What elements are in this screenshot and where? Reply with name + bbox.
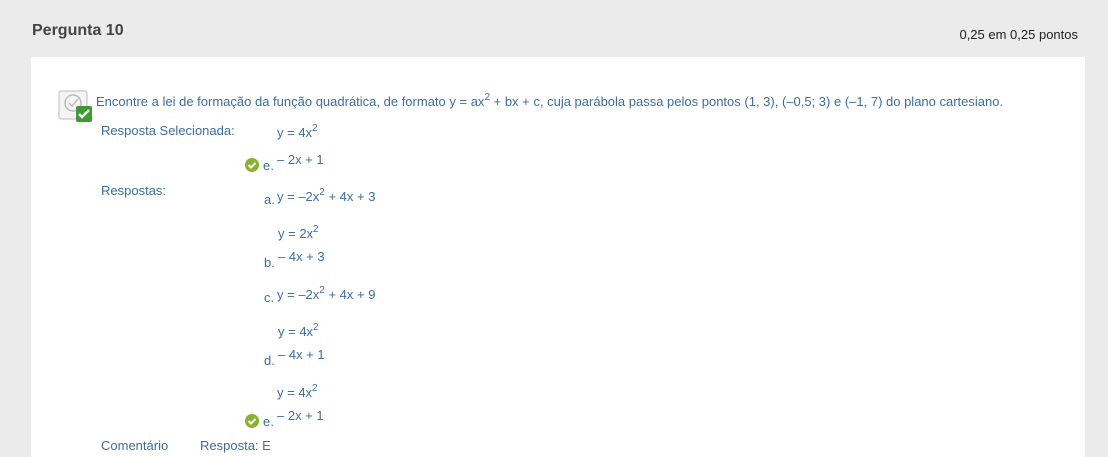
- answer-c-text: y = –2x2 + 4x + 9: [277, 285, 376, 303]
- question-text: Encontre a lei de formação da função qua…: [96, 92, 1004, 110]
- check-circle-icon: [245, 414, 259, 428]
- selected-answer-line1: y = 4x2: [277, 123, 318, 141]
- check-circle-icon: [245, 158, 259, 172]
- question-card: Encontre a lei de formação da função qua…: [31, 57, 1085, 457]
- answer-d-line1: y = 4x2: [278, 322, 319, 340]
- answers-label: Respostas:: [101, 183, 167, 198]
- answer-e-line1: y = 4x2: [277, 383, 318, 401]
- comment-label: Comentário: [101, 438, 169, 453]
- answer-c-letter: c.: [264, 290, 275, 305]
- question-title: Pergunta 10: [32, 22, 124, 39]
- comment-text: Resposta: E: [200, 438, 271, 453]
- answer-e-line2: – 2x + 1: [277, 408, 324, 423]
- question-header: Pergunta 10 0,25 em 0,25 pontos: [0, 0, 1108, 57]
- selected-answer-letter: e.: [263, 158, 274, 173]
- question-points: 0,25 em 0,25 pontos: [959, 27, 1078, 42]
- answer-b-line2: – 4x + 3: [278, 249, 325, 264]
- answer-b-line1: y = 2x2: [278, 224, 319, 242]
- question-status-icon: [58, 90, 92, 122]
- answer-b-letter: b.: [264, 255, 275, 270]
- answer-d-letter: d.: [264, 353, 275, 368]
- selected-answer-label: Resposta Selecionada:: [101, 123, 235, 138]
- answer-e-letter: e.: [263, 414, 274, 429]
- selected-answer-line2: – 2x + 1: [277, 152, 324, 167]
- answer-d-line2: – 4x + 1: [278, 347, 325, 362]
- answer-a-text: y = –2x2 + 4x + 3: [277, 187, 376, 205]
- answer-a-letter: a.: [264, 192, 275, 207]
